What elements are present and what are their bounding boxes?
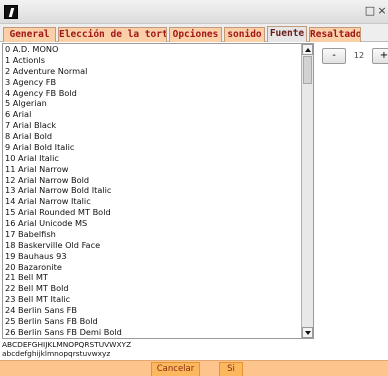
font-list-item[interactable]: 17 Babelfish bbox=[5, 229, 301, 240]
font-list-item[interactable]: 15 Arial Rounded MT Bold bbox=[5, 207, 301, 218]
cancel-button[interactable]: Cancelar bbox=[151, 362, 200, 376]
font-list-item[interactable]: 21 Bell MT bbox=[5, 272, 301, 283]
tab-highlight[interactable]: Resaltado bbox=[309, 27, 361, 42]
font-size-stepper: - 12 + bbox=[322, 48, 388, 64]
tab-font[interactable]: Fuente bbox=[267, 26, 307, 42]
scroll-down-arrow-icon[interactable] bbox=[302, 327, 313, 338]
decrease-size-button[interactable]: - bbox=[322, 48, 346, 64]
font-list-item[interactable]: 0 A.D. MONO bbox=[5, 44, 301, 55]
font-list-item[interactable]: 3 Agency FB bbox=[5, 77, 301, 88]
font-size-value: 12 bbox=[353, 51, 365, 60]
font-list-item[interactable]: 14 Arial Narrow Italic bbox=[5, 196, 301, 207]
tab-sound[interactable]: sonido bbox=[224, 27, 265, 42]
tab-bar: General Elección de la tortuga Opciones … bbox=[0, 24, 388, 42]
font-list-item[interactable]: 8 Arial Bold bbox=[5, 131, 301, 142]
font-list-item[interactable]: 4 Agency FB Bold bbox=[5, 88, 301, 99]
font-list-item[interactable]: 25 Berlin Sans FB Bold bbox=[5, 316, 301, 327]
dialog-button-bar: Cancelar Si bbox=[0, 360, 388, 376]
font-panel: 0 A.D. MONO 1 Actionls 2 Adventure Normal 3… bbox=[0, 42, 388, 376]
font-list-item[interactable]: 5 Algerian bbox=[5, 98, 301, 109]
font-list-box: 0 A.D. MONO 1 Actionls 2 Adventure Normal 3… bbox=[2, 43, 314, 339]
font-list-item[interactable]: 24 Berlin Sans FB bbox=[5, 305, 301, 316]
font-list-item[interactable]: 20 Bazaronite bbox=[5, 262, 301, 273]
font-list-item[interactable]: 2 Adventure Normal bbox=[5, 66, 301, 77]
preview-uppercase: ABCDEFGHIJKLMNOPQRSTUVWXYZ bbox=[2, 340, 132, 349]
font-list-item[interactable]: 19 Bauhaus 93 bbox=[5, 251, 301, 262]
maximize-button[interactable]: □ bbox=[364, 4, 376, 17]
font-list-item[interactable]: 13 Arial Narrow Bold Italic bbox=[5, 185, 301, 196]
increase-size-button[interactable]: + bbox=[372, 48, 388, 64]
font-list-item[interactable]: 18 Baskerville Old Face bbox=[5, 240, 301, 251]
title-bar: □ × bbox=[0, 0, 388, 24]
close-button[interactable]: × bbox=[376, 4, 388, 17]
font-list-item[interactable]: 23 Bell MT Italic bbox=[5, 294, 301, 305]
ok-button[interactable]: Si bbox=[219, 362, 243, 376]
app-logo-icon bbox=[4, 5, 18, 19]
font-list-item[interactable]: 1 Actionls bbox=[5, 55, 301, 66]
preview-lowercase: abcdefghijklmnopqrstuvwxyz bbox=[2, 349, 111, 358]
font-list-item[interactable]: 12 Arial Narrow Bold bbox=[5, 175, 301, 186]
font-list-item[interactable]: 9 Arial Bold Italic bbox=[5, 142, 301, 153]
font-list-scrollbar[interactable] bbox=[301, 44, 313, 338]
window-controls: □ × bbox=[364, 4, 388, 17]
font-list[interactable]: 0 A.D. MONO 1 Actionls 2 Adventure Normal 3… bbox=[3, 44, 301, 338]
font-list-item[interactable]: 7 Arial Black bbox=[5, 120, 301, 131]
font-list-item[interactable]: 16 Arial Unicode MS bbox=[5, 218, 301, 229]
font-list-item[interactable]: 22 Bell MT Bold bbox=[5, 283, 301, 294]
font-list-item[interactable]: 6 Arial bbox=[5, 109, 301, 120]
tab-general[interactable]: General bbox=[3, 27, 56, 42]
font-list-item[interactable]: 26 Berlin Sans FB Demi Bold bbox=[5, 327, 301, 338]
tab-turtle-selection[interactable]: Elección de la tortuga bbox=[58, 27, 167, 42]
scrollbar-thumb[interactable] bbox=[303, 56, 312, 84]
tab-options[interactable]: Opciones bbox=[169, 27, 222, 42]
font-list-item[interactable]: 11 Arial Narrow bbox=[5, 164, 301, 175]
font-list-item[interactable]: 10 Arial Italic bbox=[5, 153, 301, 164]
scroll-up-arrow-icon[interactable] bbox=[302, 44, 313, 55]
